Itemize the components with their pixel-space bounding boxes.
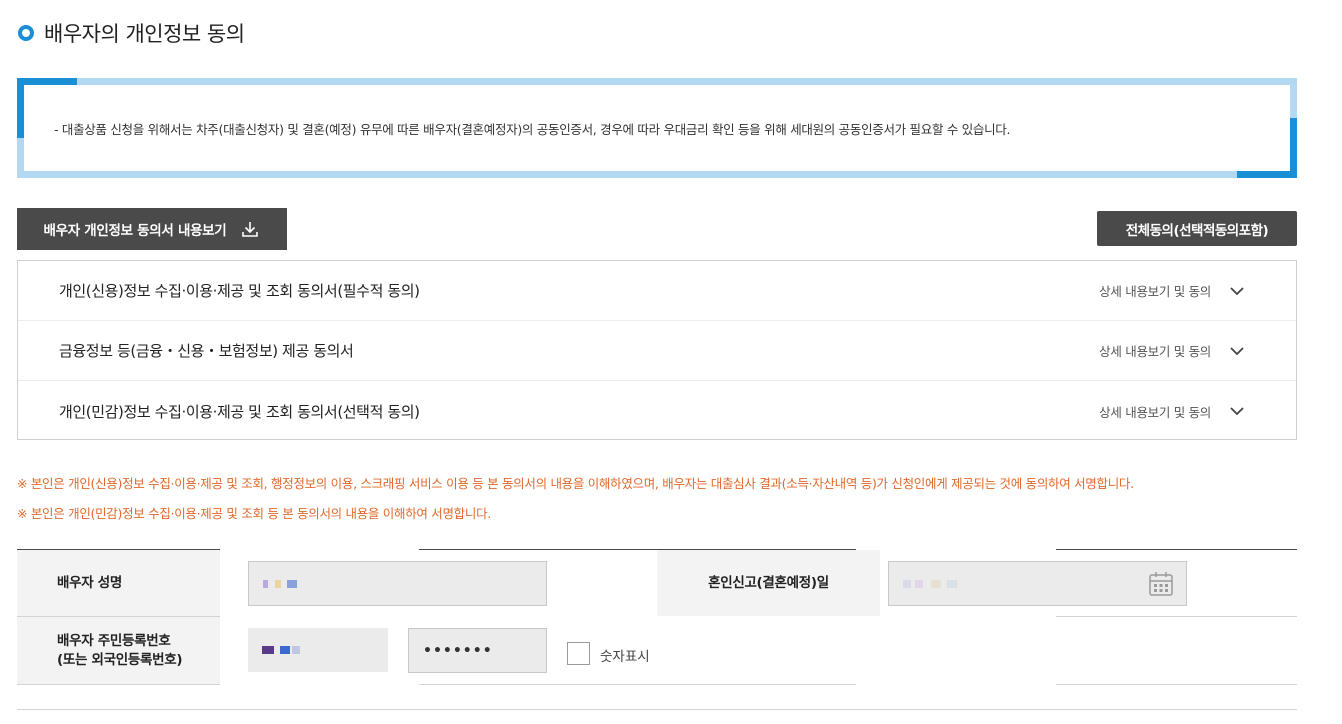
masked-date-pixel [915,579,923,588]
chevron-down-icon[interactable] [1228,342,1246,360]
marriage-date-field[interactable] [888,561,1187,606]
spouse-name-label: 배우자 성명 [17,550,220,616]
spouse-name-field[interactable] [248,561,547,606]
accordion-item[interactable]: 개인(민감)정보 수집·이용·제공 및 조회 동의서(선택적 동의) 상세 내용… [18,381,1296,441]
notice-corner-accent [1237,171,1297,178]
show-digits-label[interactable]: 숫자표시 [600,645,650,665]
view-consent-label: 배우자 개인정보 동의서 내용보기 [43,223,227,239]
accordion-item-title: 금융정보 등(금융・신용・보험정보) 제공 동의서 [59,342,354,360]
masked-rrn-pixel [262,646,274,654]
masked-name-pixel [263,579,268,588]
form-row-divider [1056,684,1297,685]
masked-name-pixel [287,579,297,588]
form-row-divider [1056,616,1297,617]
view-consent-button[interactable]: 배우자 개인정보 동의서 내용보기 [17,208,287,250]
chevron-down-icon[interactable] [1228,402,1246,420]
form-top-border [1056,549,1297,550]
chevron-down-icon[interactable] [1228,282,1246,300]
download-icon [242,222,259,237]
notice-text: - 대출상품 신청을 위해서는 차주(대출신청자) 및 결혼(예정) 유무에 따… [54,122,1011,137]
masked-date-pixel [903,579,911,588]
accordion-item-title: 개인(신용)정보 수집·이용·제공 및 조회 동의서(필수적 동의) [59,282,420,300]
page-title-row: 배우자의 개인정보 동의 [18,18,245,48]
masked-rrn-pixel [292,646,300,654]
marriage-date-label: 혼인신고(결혼예정)일 [657,550,880,616]
masked-name-pixel [275,579,281,588]
rrn-label: 배우자 주민등록번호 (또는 외국인등록번호) [17,617,220,684]
form-row-divider [17,684,220,685]
show-digits-checkbox[interactable] [567,642,590,665]
page-title: 배우자의 개인정보 동의 [44,22,245,46]
rrn-back-field[interactable]: ••••••• [408,628,547,673]
spouse-info-form: 배우자 성명 혼인신고(결혼예정)일 배우자 주민등록번호 (또는 외국인등록번… [17,549,1297,724]
notice-corner-accent [17,78,77,85]
form-row-divider [17,709,1297,710]
accordion-detail-link[interactable]: 상세 내용보기 및 동의 [1099,341,1211,360]
rrn-label-line1: 배우자 주민등록번호 [57,632,171,649]
warning-text: ※ 본인은 개인(민감)정보 수집·이용·제공 및 조회 등 본 동의서의 내용… [17,506,491,521]
calendar-icon[interactable] [1148,571,1174,597]
notice-corner-accent [17,78,24,138]
rrn-label-line2: (또는 외국인등록번호) [57,651,183,668]
agree-all-button[interactable]: 전체동의(선택적동의포함) [1097,211,1297,246]
rrn-front-field[interactable] [248,628,388,672]
masked-date-pixel [947,579,957,588]
form-row-divider [419,684,856,685]
accordion-detail-link[interactable]: 상세 내용보기 및 동의 [1099,402,1211,421]
masked-date-pixel [931,579,941,588]
notice-box: - 대출상품 신청을 위해서는 차주(대출신청자) 및 결혼(예정) 유무에 따… [17,78,1297,178]
masked-rrn-pixel [280,646,290,654]
circle-bullet-icon [18,25,34,41]
accordion-item[interactable]: 금융정보 등(금융・신용・보험정보) 제공 동의서 상세 내용보기 및 동의 [18,321,1296,381]
consent-accordion: 개인(신용)정보 수집·이용·제공 및 조회 동의서(필수적 동의) 상세 내용… [17,260,1297,440]
warning-text: ※ 본인은 개인(신용)정보 수집·이용·제공 및 조회, 행정정보의 이용, … [17,476,1134,491]
accordion-detail-link[interactable]: 상세 내용보기 및 동의 [1099,281,1211,300]
notice-corner-accent [1290,118,1297,178]
accordion-item[interactable]: 개인(신용)정보 수집·이용·제공 및 조회 동의서(필수적 동의) 상세 내용… [18,261,1296,321]
accordion-item-title: 개인(민감)정보 수집·이용·제공 및 조회 동의서(선택적 동의) [59,402,420,421]
